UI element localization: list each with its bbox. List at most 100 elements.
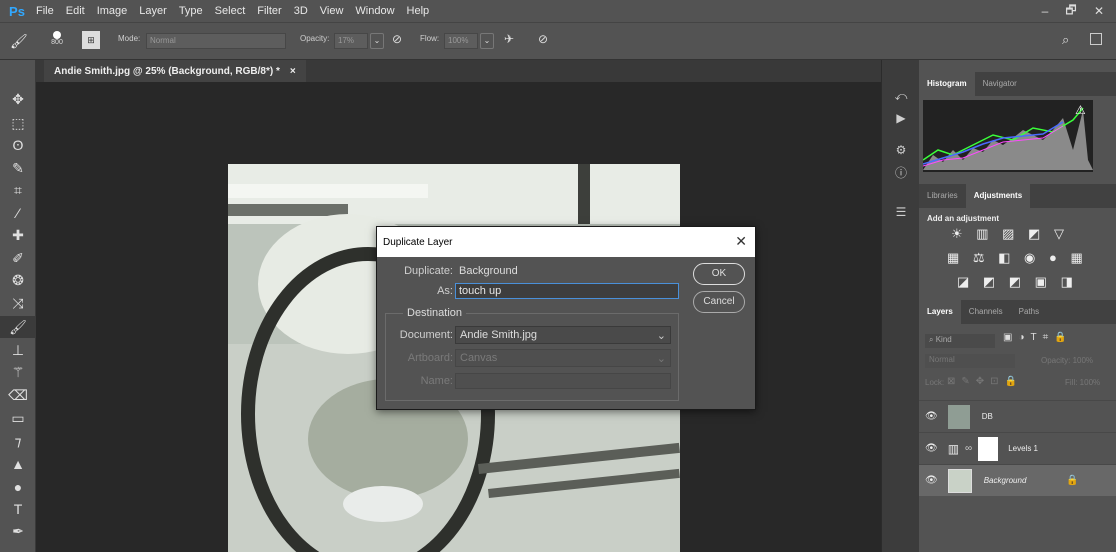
document-select[interactable]: Andie Smith.jpg ⌄: [455, 326, 671, 344]
brush-tool-active-icon[interactable]: 🖌: [0, 316, 36, 338]
menu-filter[interactable]: Filter: [251, 0, 287, 22]
menu-edit[interactable]: Edit: [60, 0, 91, 22]
visibility-eye-icon[interactable]: 👁: [925, 443, 938, 454]
tab-histogram[interactable]: Histogram: [919, 72, 975, 96]
workspace-icon[interactable]: [1090, 33, 1102, 45]
visibility-eye-icon[interactable]: 👁: [925, 411, 938, 422]
pressure-opacity-icon[interactable]: ⊘: [392, 32, 402, 46]
search-icon: ⌕: [929, 335, 936, 344]
dialog-close-icon[interactable]: ✕: [735, 233, 747, 250]
document-tab-row: Andie Smith.jpg @ 25% (Background, RGB/8…: [36, 60, 881, 82]
adjustment-icons-row-1[interactable]: ☀ ▥ ▨ ◩ ▽: [951, 226, 1069, 242]
chevron-down-icon: ⌄: [656, 330, 666, 342]
history-brush-tool-icon[interactable]: ⤨: [0, 292, 36, 314]
chain-link-icon[interactable]: ∞: [965, 443, 972, 454]
chevron-down-icon: ⌄: [656, 353, 666, 365]
flow-dropdown[interactable]: ⌄: [480, 33, 494, 49]
tab-libraries[interactable]: Libraries: [919, 184, 966, 208]
brush-tool-icon[interactable]: ✐: [0, 247, 36, 269]
mode-label: Mode:: [118, 34, 141, 43]
dialog-title-bar: Duplicate Layer ✕: [377, 227, 755, 257]
blur-tool-icon[interactable]: ⁊: [0, 430, 36, 452]
layer-row[interactable]: 👁 DB: [919, 400, 1116, 432]
history-panel-icon[interactable]: ⤺: [882, 84, 920, 108]
move-tool-icon[interactable]: ✥: [0, 88, 36, 110]
adjustment-icons-row-3[interactable]: ◪ ◩ ◩ ▣ ◨: [957, 274, 1078, 290]
brush-preset-picker[interactable]: 800: [46, 29, 68, 55]
menu-image[interactable]: Image: [91, 0, 134, 22]
layers-tabs: Layers Channels Paths: [919, 300, 1116, 324]
sharpen-tool-icon[interactable]: ▲: [0, 453, 36, 475]
menu-file[interactable]: File: [30, 0, 60, 22]
crop-tool-icon[interactable]: ⌗: [0, 179, 36, 201]
quick-select-tool-icon[interactable]: ✎: [0, 157, 36, 179]
properties-icon[interactable]: ☰: [882, 200, 920, 224]
visibility-eye-icon[interactable]: 👁: [925, 475, 938, 486]
brush-tool-icon[interactable]: 🖌: [10, 33, 28, 50]
layer-thumbnail: [947, 404, 970, 429]
brush-settings-icon[interactable]: ⚙: [882, 138, 920, 162]
eyedropper-tool-icon[interactable]: ⁄: [0, 202, 36, 224]
lock-label: Lock:: [925, 378, 945, 387]
tab-adjustments[interactable]: Adjustments: [965, 184, 1031, 208]
stamp-tool-icon[interactable]: ⊥: [0, 339, 36, 361]
tab-paths[interactable]: Paths: [1011, 300, 1047, 324]
flow-field[interactable]: 100%: [444, 33, 478, 49]
histogram-plot: ⚠: [922, 103, 1093, 170]
opacity-label: Opacity:: [300, 34, 330, 43]
menu-view[interactable]: View: [314, 0, 350, 22]
menu-help[interactable]: Help: [401, 0, 436, 22]
lock-icons: ⊠✎✥⊡🔒: [947, 376, 1023, 387]
menu-select[interactable]: Select: [209, 0, 252, 22]
layer-kind-filter[interactable]: ⌕ Kind: [925, 334, 995, 348]
marquee-tool-icon[interactable]: ⬚: [0, 112, 36, 134]
layer-name-input[interactable]: touch up: [455, 283, 679, 299]
tab-layers[interactable]: Layers: [919, 300, 961, 324]
tab-navigator[interactable]: Navigator: [975, 72, 1025, 96]
eraser-tool-icon[interactable]: ⌫: [0, 384, 36, 406]
healing-brush-tool-icon[interactable]: ✚: [0, 224, 36, 246]
document-select-value: Andie Smith.jpg: [460, 329, 538, 341]
mode-select[interactable]: Normal: [146, 33, 286, 49]
tab-close-icon[interactable]: ×: [290, 66, 296, 77]
ok-button[interactable]: OK: [693, 263, 745, 285]
tab-channels[interactable]: Channels: [961, 300, 1011, 324]
as-label: As:: [437, 285, 453, 297]
dodge-tool-icon[interactable]: ●: [0, 476, 36, 498]
menu-3d[interactable]: 3D: [288, 0, 314, 22]
type-tool-icon[interactable]: T: [0, 498, 36, 520]
layer-name: Background: [983, 476, 1027, 485]
history-tool-icon[interactable]: ⚚: [0, 361, 36, 383]
search-icon[interactable]: ⌕: [1062, 32, 1069, 48]
clone-stamp-tool-icon[interactable]: ❂: [0, 269, 36, 291]
right-panels: Histogram Navigator ⚠ Libraries Adjustme…: [919, 60, 1116, 552]
document-tab[interactable]: Andie Smith.jpg @ 25% (Background, RGB/8…: [44, 60, 306, 82]
menu-layer[interactable]: Layer: [133, 0, 173, 22]
gradient-tool-icon[interactable]: ▭: [0, 407, 36, 429]
opacity-field[interactable]: 17%: [334, 33, 368, 49]
layer-row-selected[interactable]: 👁 Background 🔒: [919, 464, 1116, 496]
warning-icon: ⚠: [1075, 103, 1086, 117]
airbrush-icon[interactable]: ✈: [504, 32, 514, 46]
cancel-button[interactable]: Cancel: [693, 291, 745, 313]
layer-filter-icons[interactable]: ▣◑T⌗🔒: [1003, 332, 1073, 343]
pen-tool-icon[interactable]: ✒: [0, 520, 36, 542]
brush-size-value: 800: [51, 39, 63, 46]
lasso-tool-icon[interactable]: ʘ: [0, 134, 36, 156]
duplicate-label: Duplicate:: [404, 265, 453, 277]
actions-play-icon[interactable]: ▶: [882, 106, 920, 130]
blend-mode-select: Normal: [925, 354, 1015, 368]
menu-type[interactable]: Type: [173, 0, 209, 22]
pressure-size-icon[interactable]: ⊘: [538, 32, 548, 46]
brush-panel-icon[interactable]: ⊞: [82, 31, 100, 49]
destination-label: Destination: [403, 307, 467, 319]
artboard-label: Artboard:: [407, 352, 453, 364]
menu-window[interactable]: Window: [349, 0, 400, 22]
adjustment-icons-row-2[interactable]: ▦ ⚖ ◧ ◉ ● ▦: [947, 250, 1088, 266]
artboard-select: Canvas ⌄: [455, 349, 671, 367]
opacity-dropdown[interactable]: ⌄: [370, 33, 384, 49]
close-window-button[interactable]: ✕: [1084, 0, 1114, 22]
layer-row[interactable]: 👁 ▥ ∞ Levels 1: [919, 432, 1116, 464]
info-icon[interactable]: ⓘ: [882, 160, 920, 184]
restore-button[interactable]: 🗗: [1056, 0, 1086, 22]
